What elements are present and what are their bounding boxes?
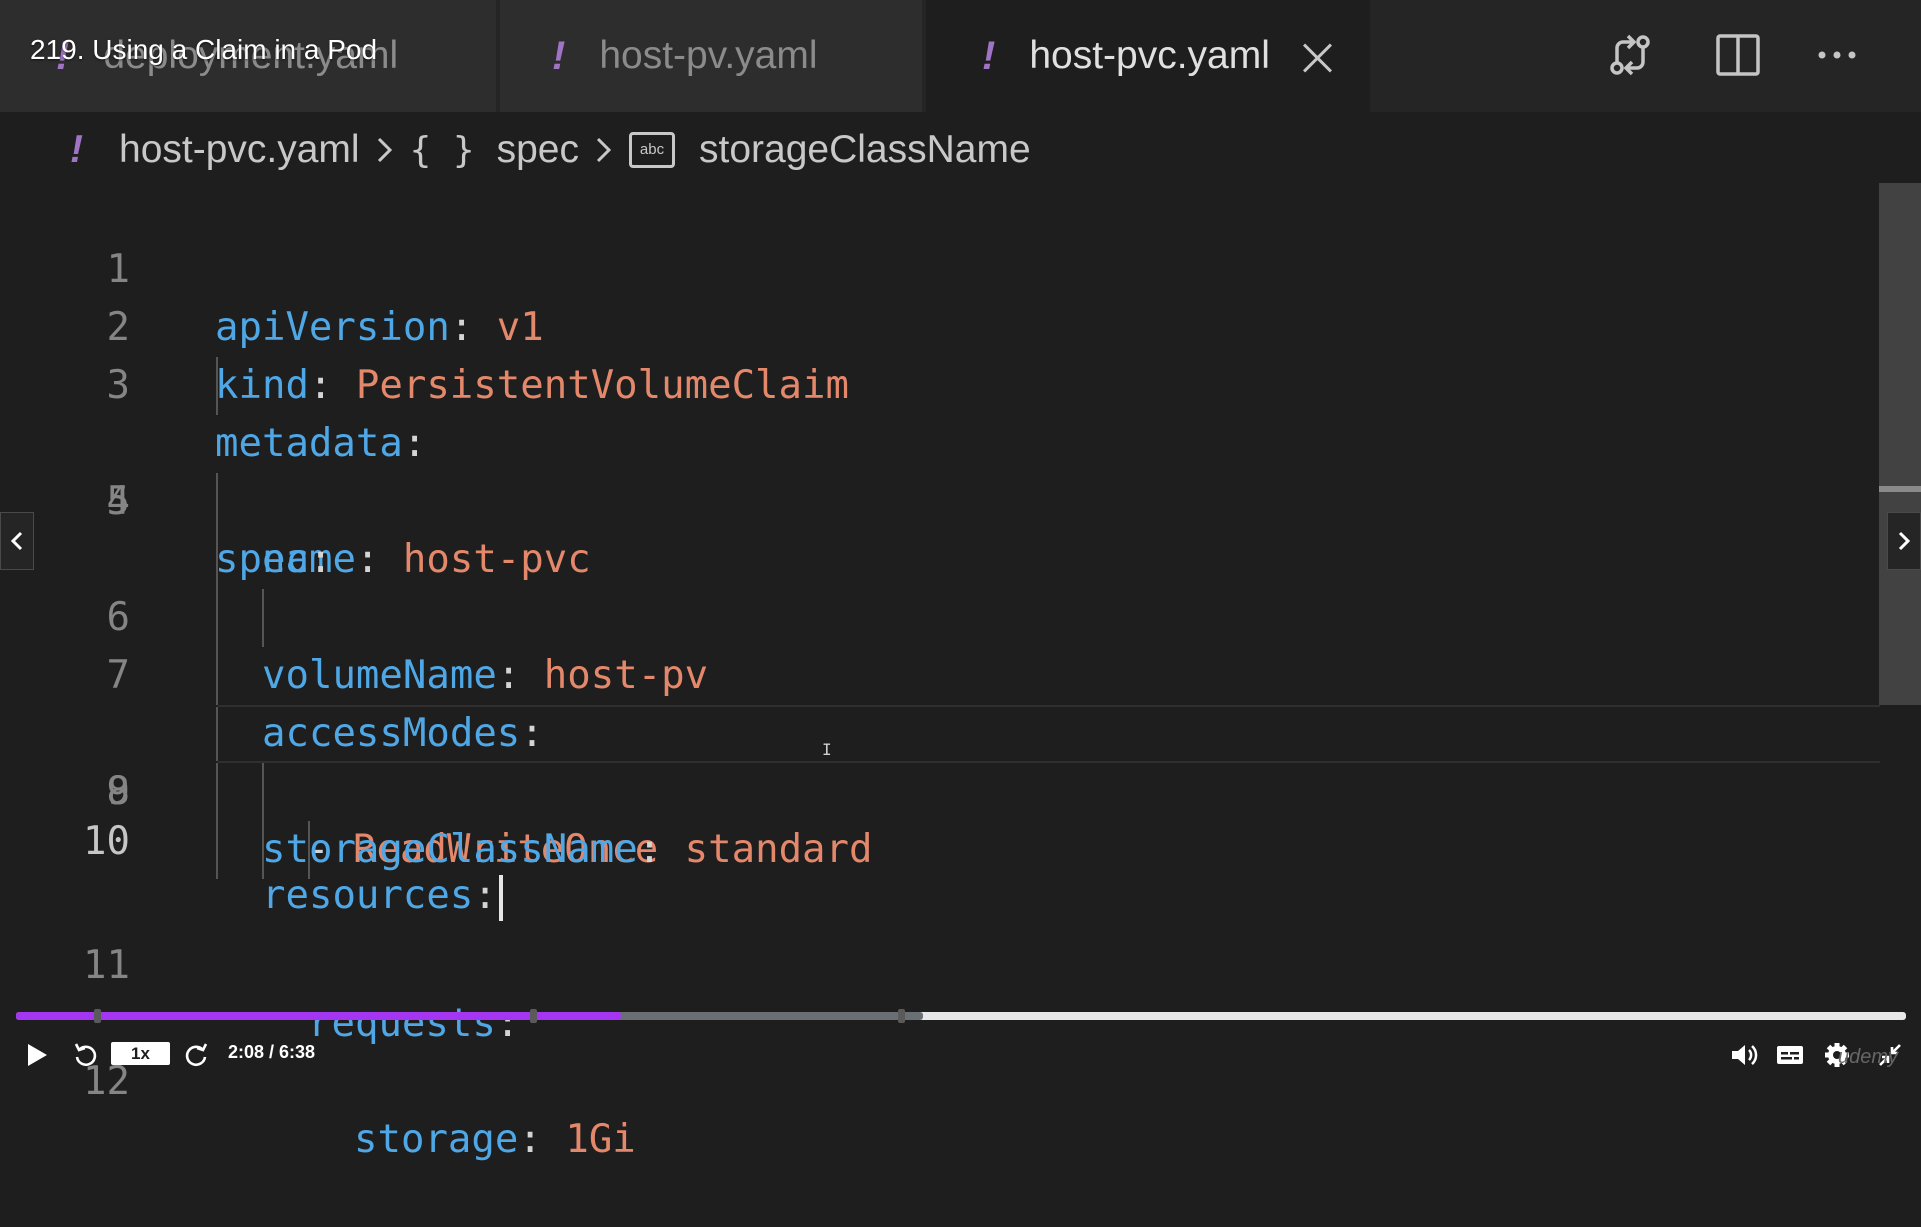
breadcrumb-field[interactable]: storageClassName	[699, 128, 1031, 172]
code-line-current: 10 resources:	[83, 705, 1880, 921]
mouse-ibeam-cursor: I	[822, 740, 832, 759]
open-changes-icon[interactable]	[1605, 30, 1655, 80]
chevron-left-icon	[10, 531, 23, 551]
indent-guide	[262, 821, 264, 879]
tab-label: host-pvc.yaml	[1029, 34, 1270, 77]
breadcrumb: ! host-pvc.yaml { } spec abc storageClas…	[70, 120, 1031, 180]
breadcrumb-object[interactable]: spec	[497, 128, 579, 172]
split-editor-icon[interactable]	[1713, 30, 1763, 80]
lecture-title: 219. Using a Claim in a Pod	[30, 34, 378, 65]
udemy-watermark: udemy	[1838, 1046, 1899, 1068]
object-icon: { }	[409, 129, 475, 171]
code-line: 12 storage: 1Gi	[0, 821, 1880, 1162]
yaml-key: resources	[262, 873, 474, 918]
string-field-icon: abc	[629, 132, 675, 168]
tab-host-pvc-yaml[interactable]: ! host-pvc.yaml	[926, 0, 1372, 112]
forward-button[interactable]	[182, 1032, 210, 1078]
code-line: 9 storageClassName: standard	[0, 647, 1880, 872]
tab-host-pv-yaml[interactable]: ! host-pv.yaml	[500, 0, 924, 112]
captions-icon	[1777, 1046, 1803, 1064]
code-line: 4 name: host-pvc	[0, 357, 1880, 582]
indent-guide	[216, 821, 218, 879]
indent-guide	[216, 707, 218, 761]
rewind-button[interactable]	[72, 1032, 100, 1078]
scrollbar-marker	[1879, 486, 1921, 492]
code-line: 3 metadata:	[0, 299, 1880, 466]
captions-button[interactable]	[1775, 1032, 1805, 1078]
breadcrumb-file[interactable]: host-pvc.yaml	[119, 128, 360, 172]
code-line: 5 spec:	[0, 415, 1880, 582]
video-controls: 1x 2:08 / 6:38	[0, 1030, 1921, 1080]
yaml-value: 1Gi	[565, 1117, 636, 1162]
code-line: 6 volumeName: host-pv	[0, 473, 1880, 698]
volume-button[interactable]	[1729, 1032, 1759, 1078]
indent-guide	[216, 647, 218, 705]
code-line: 1 apiVersion: v1	[0, 183, 1880, 350]
previous-lecture-button[interactable]	[0, 512, 34, 570]
volume-icon	[1732, 1045, 1758, 1065]
chevron-right-icon	[596, 137, 612, 163]
chevron-right-icon	[1898, 531, 1911, 551]
close-icon[interactable]	[1300, 39, 1334, 73]
indent-guide	[216, 473, 218, 531]
yaml-exclamation-icon: !	[982, 33, 996, 78]
code-line: 2 kind: PersistentVolumeClaim	[0, 241, 1880, 408]
text-cursor	[498, 874, 503, 921]
chevron-right-icon	[377, 137, 392, 163]
video-time: 2:08 / 6:38	[228, 1042, 316, 1062]
indent-guide	[216, 763, 218, 821]
rewind-icon	[74, 1043, 97, 1067]
yaml-key: storage	[354, 1117, 519, 1162]
yaml-separator: :	[473, 873, 497, 918]
indent-guide	[262, 589, 264, 647]
indent-guide	[262, 763, 264, 821]
next-lecture-button[interactable]	[1887, 512, 1921, 570]
yaml-separator: :	[518, 1117, 566, 1162]
play-button[interactable]	[24, 1032, 50, 1078]
code-line: 7 accessModes:	[0, 531, 1880, 756]
code-line: 8 - ReadWriteOnce	[0, 589, 1880, 872]
indent-guide	[216, 357, 218, 415]
play-icon	[28, 1044, 47, 1066]
yaml-exclamation-icon: !	[70, 128, 83, 171]
forward-icon	[185, 1043, 208, 1067]
chapter-marker	[530, 1009, 537, 1023]
tab-label: host-pv.yaml	[599, 34, 818, 77]
yaml-exclamation-icon: !	[552, 33, 566, 78]
chapter-marker	[94, 1009, 101, 1023]
indent-guide	[216, 531, 218, 589]
chapter-marker	[898, 1009, 905, 1023]
playback-speed-button[interactable]: 1x	[111, 1042, 170, 1065]
indent-guide	[216, 589, 218, 647]
code-editor[interactable]: 1 apiVersion: v1 2 kind: PersistentVolum…	[0, 183, 1880, 1162]
more-actions-icon[interactable]	[1812, 30, 1862, 80]
code-line: 11 requests:	[0, 763, 1880, 1046]
editor-scrollbar[interactable]	[1879, 183, 1921, 705]
indent-guide	[308, 821, 310, 879]
